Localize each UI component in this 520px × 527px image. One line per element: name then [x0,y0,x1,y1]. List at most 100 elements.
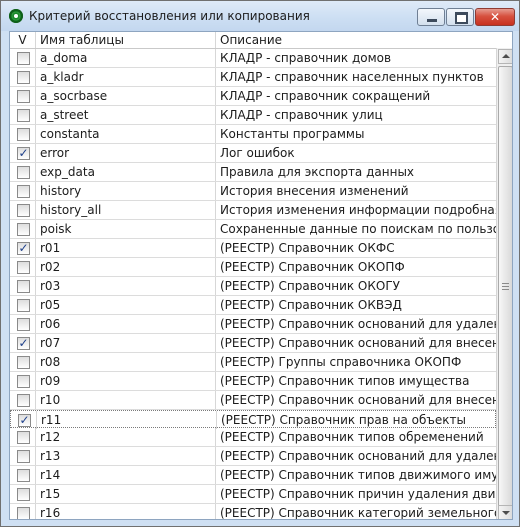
table-row[interactable]: poisk Сохраненные данные по поискам по по… [10,220,496,239]
description-cell[interactable]: История изменения информации подробная [216,201,496,219]
vertical-scrollbar[interactable] [496,48,512,519]
description-cell[interactable]: (РЕЕСТР) Справочник оснований для внесен… [216,391,496,409]
column-header-v[interactable]: V [10,32,36,48]
row-checkbox[interactable] [17,431,30,444]
table-row[interactable]: r15 (РЕЕСТР) Справочник причин удаления д… [10,485,496,504]
row-checkbox[interactable] [17,507,30,519]
title-bar[interactable]: Критерий восстановления или копирования [1,1,519,31]
description-cell[interactable]: (РЕЕСТР) Справочник категорий земельного… [216,504,496,519]
table-row[interactable]: a_doma КЛАДР - справочник домов [10,49,496,68]
row-checkbox[interactable] [17,241,30,255]
description-cell[interactable]: (РЕЕСТР) Справочник ОКФС [216,239,496,257]
table-row[interactable]: exp_data Правила для экспорта данных [10,163,496,182]
table-row[interactable]: a_street КЛАДР - справочник улиц [10,106,496,125]
row-check-cell[interactable] [10,391,36,409]
row-checkbox[interactable] [17,261,30,274]
row-checkbox[interactable] [17,71,30,84]
table-row[interactable]: r12 (РЕЕСТР) Справочник типов обременений [10,428,496,447]
table-name-cell[interactable]: a_street [36,106,216,124]
table-name-cell[interactable]: constanta [36,125,216,143]
row-check-cell[interactable] [10,163,36,181]
description-cell[interactable]: (РЕЕСТР) Справочник оснований для внесен… [216,334,496,352]
description-cell[interactable]: (РЕЕСТР) Справочник типов движимого имущ… [216,466,496,484]
row-check-cell[interactable] [10,353,36,371]
row-checkbox[interactable] [17,223,30,236]
description-cell[interactable]: (РЕЕСТР) Справочник типов имущества [216,372,496,390]
table-row[interactable]: r03 (РЕЕСТР) Справочник ОКОГУ [10,277,496,296]
table-row[interactable]: r07(РЕЕСТР) Справочник оснований для вне… [10,334,496,353]
description-cell[interactable]: (РЕЕСТР) Справочник ОКВЭД [216,296,496,314]
row-check-cell[interactable] [11,411,37,429]
row-checkbox[interactable] [17,469,30,482]
table-row[interactable]: r13 (РЕЕСТР) Справочник оснований для уда… [10,447,496,466]
row-checkbox[interactable] [17,280,30,293]
table-row[interactable]: a_socrbase КЛАДР - справочник сокращений [10,87,496,106]
column-header-table-name[interactable]: Имя таблицы [36,32,216,48]
row-checkbox[interactable] [17,166,30,179]
table-row[interactable]: r08 (РЕЕСТР) Группы справочника ОКОПФ [10,353,496,372]
table-row[interactable]: r09 (РЕЕСТР) Справочник типов имущества [10,372,496,391]
table-name-cell[interactable]: r03 [36,277,216,295]
row-checkbox[interactable] [17,375,30,388]
close-button[interactable] [475,8,515,26]
row-checkbox[interactable] [17,204,30,217]
row-checkbox[interactable] [17,488,30,501]
row-check-cell[interactable] [10,87,36,105]
row-check-cell[interactable] [10,296,36,314]
row-check-cell[interactable] [10,334,36,352]
row-checkbox[interactable] [17,52,30,65]
description-cell[interactable]: Правила для экспорта данных [216,163,496,181]
description-cell[interactable]: История внесения изменений [216,182,496,200]
row-checkbox[interactable] [17,318,30,331]
row-checkbox[interactable] [17,450,30,463]
row-checkbox[interactable] [17,128,30,141]
scrollbar-thumb[interactable] [498,66,512,519]
table-row[interactable]: r02 (РЕЕСТР) Справочник ОКОПФ [10,258,496,277]
description-cell[interactable]: (РЕЕСТР) Справочник прав на объекты [217,411,497,429]
table-name-cell[interactable]: r12 [36,428,216,446]
table-name-cell[interactable]: r01 [36,239,216,257]
table-name-cell[interactable]: poisk [36,220,216,238]
table-row[interactable]: history_all История изменения информации … [10,201,496,220]
table-name-cell[interactable]: a_doma [36,49,216,67]
row-check-cell[interactable] [10,125,36,143]
row-check-cell[interactable] [10,372,36,390]
row-check-cell[interactable] [10,315,36,333]
description-cell[interactable]: КЛАДР - справочник сокращений [216,87,496,105]
table-name-cell[interactable]: a_socrbase [36,87,216,105]
row-check-cell[interactable] [10,144,36,162]
description-cell[interactable]: КЛАДР - справочник улиц [216,106,496,124]
row-check-cell[interactable] [10,239,36,257]
description-cell[interactable]: (РЕЕСТР) Справочник оснований для удален… [216,315,496,333]
row-checkbox[interactable] [18,413,31,427]
row-check-cell[interactable] [10,258,36,276]
column-header-description[interactable]: Описание [216,32,498,48]
description-cell[interactable]: (РЕЕСТР) Справочник ОКОПФ [216,258,496,276]
table-name-cell[interactable]: history_all [36,201,216,219]
table-name-cell[interactable]: r02 [36,258,216,276]
table-name-cell[interactable]: r13 [36,447,216,465]
table-name-cell[interactable]: r16 [36,504,216,519]
row-check-cell[interactable] [10,220,36,238]
description-cell[interactable]: КЛАДР - справочник домов [216,49,496,67]
description-cell[interactable]: (РЕЕСТР) Справочник ОКОГУ [216,277,496,295]
row-checkbox[interactable] [17,185,30,198]
description-cell[interactable]: Лог ошибок [216,144,496,162]
row-checkbox[interactable] [17,336,30,350]
row-check-cell[interactable] [10,485,36,503]
description-cell[interactable]: (РЕЕСТР) Справочник оснований для удален… [216,447,496,465]
table-name-cell[interactable]: r14 [36,466,216,484]
table-name-cell[interactable]: history [36,182,216,200]
row-check-cell[interactable] [10,68,36,86]
table-name-cell[interactable]: r11 [37,411,217,429]
table-name-cell[interactable]: error [36,144,216,162]
description-cell[interactable]: КЛАДР - справочник населенных пунктов [216,68,496,86]
scroll-down-arrow-icon[interactable] [498,505,512,519]
row-checkbox[interactable] [17,356,30,369]
description-cell[interactable]: Константы программы [216,125,496,143]
row-check-cell[interactable] [10,277,36,295]
row-check-cell[interactable] [10,428,36,446]
table-name-cell[interactable]: r09 [36,372,216,390]
row-check-cell[interactable] [10,447,36,465]
row-checkbox[interactable] [17,90,30,103]
